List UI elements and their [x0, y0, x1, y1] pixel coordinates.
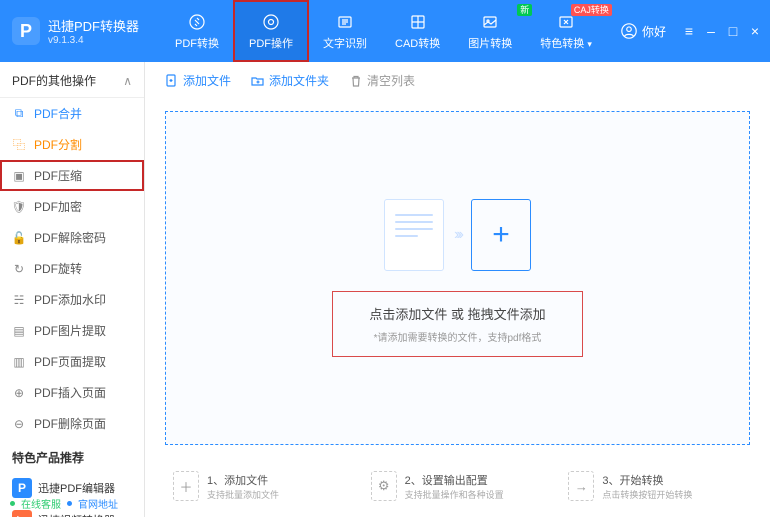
header-right: 你好 ≡ – □ × [620, 0, 762, 62]
user-area[interactable]: 你好 [620, 22, 666, 40]
add-folder-icon [251, 74, 265, 88]
drop-graphic: ››› + [384, 199, 531, 271]
official-site-link[interactable]: 官网地址 [78, 496, 118, 511]
shield-icon: 🛡 [12, 200, 26, 214]
customer-service-link[interactable]: 在线客服 [21, 496, 61, 511]
nav-image[interactable]: 新 图片转换 [454, 0, 526, 62]
nav-cad[interactable]: CAD转换 [381, 0, 454, 62]
nav-special[interactable]: CAJ转换 特色转换 ▾ [526, 0, 606, 62]
logo-area: P 迅捷PDF转换器 v9.1.3.4 [0, 16, 151, 46]
app-logo-icon: P [12, 17, 40, 45]
sidebar-pdf-extract-image[interactable]: ▤PDF图片提取 [0, 315, 144, 346]
sidebar-pdf-rotate[interactable]: ↻PDF旋转 [0, 253, 144, 284]
chevron-up-icon: ∧ [123, 74, 132, 88]
user-icon [620, 22, 638, 40]
step-2: ⚙ 2、设置输出配置支持批量操作和各种设置 [371, 471, 545, 501]
sidebar-pdf-split[interactable]: ⿻PDF分割 [0, 129, 144, 160]
step-settings-icon: ⚙ [371, 471, 397, 501]
sidebar-pdf-watermark[interactable]: ☵PDF添加水印 [0, 284, 144, 315]
minimize-button[interactable]: – [704, 23, 718, 39]
step-add-icon: ＋ [173, 471, 199, 501]
unlock-icon: 🔓 [12, 231, 26, 245]
cad-icon [407, 11, 429, 33]
trash-icon [349, 74, 363, 88]
add-document-icon: + [471, 199, 531, 271]
main-nav: PDF转换 PDF操作 文字识别 CAD转换 新 图片转换 CAJ转换 特色转换… [161, 0, 606, 62]
sidebar-pdf-insert-page[interactable]: ⊕PDF插入页面 [0, 377, 144, 408]
sidebar-list: ⧉PDF合并 ⿻PDF分割 ▣PDF压缩 🛡PDF加密 🔓PDF解除密码 ↻PD… [0, 98, 144, 439]
rotate-icon: ↻ [12, 262, 26, 276]
user-greeting: 你好 [642, 23, 666, 40]
app-version: v9.1.3.4 [48, 35, 139, 46]
step-1: ＋ 1、添加文件支持批量添加文件 [173, 471, 347, 501]
image-icon [479, 11, 501, 33]
watermark-icon: ☵ [12, 293, 26, 307]
sidebar-pdf-unlock[interactable]: 🔓PDF解除密码 [0, 222, 144, 253]
sidebar-pdf-compress[interactable]: ▣PDF压缩 [0, 160, 144, 191]
sidebar-pdf-encrypt[interactable]: 🛡PDF加密 [0, 191, 144, 222]
caj-badge: CAJ转换 [571, 4, 612, 16]
steps: ＋ 1、添加文件支持批量添加文件 ⚙ 2、设置输出配置支持批量操作和各种设置 →… [145, 457, 770, 517]
drop-text-box: 点击添加文件 或 拖拽文件添加 *请添加需要转换的文件，支持pdf格式 [332, 291, 582, 357]
page-extract-icon: ▥ [12, 355, 26, 369]
sidebar-pdf-delete-page[interactable]: ⊖PDF删除页面 [0, 408, 144, 439]
step-convert-icon: → [568, 471, 594, 501]
merge-icon: ⧉ [12, 107, 26, 121]
sidebar-pdf-merge[interactable]: ⧉PDF合并 [0, 98, 144, 129]
compress-icon: ▣ [12, 169, 26, 183]
video-icon: ▶ [12, 510, 32, 517]
convert-icon [186, 11, 208, 33]
document-icon [384, 199, 444, 271]
drop-sub-text: *请添加需要转换的文件，支持pdf格式 [369, 329, 545, 344]
nav-pdf-convert[interactable]: PDF转换 [161, 0, 233, 62]
arrow-right-icon: ››› [454, 226, 461, 244]
window-controls: ≡ – □ × [682, 23, 762, 39]
sidebar: PDF的其他操作 ∧ ⧉PDF合并 ⿻PDF分割 ▣PDF压缩 🛡PDF加密 🔓… [0, 62, 145, 517]
drop-area[interactable]: ››› + 点击添加文件 或 拖拽文件添加 *请添加需要转换的文件，支持pdf格… [165, 111, 750, 445]
menu-button[interactable]: ≡ [682, 23, 696, 39]
app-name: 迅捷PDF转换器 [48, 16, 139, 35]
maximize-button[interactable]: □ [726, 23, 740, 39]
sidebar-pdf-extract-page[interactable]: ▥PDF页面提取 [0, 346, 144, 377]
products-title: 特色产品推荐 [0, 439, 144, 472]
status-dot-icon [67, 501, 72, 506]
chevron-down-icon: ▾ [587, 39, 592, 49]
main-content: 添加文件 添加文件夹 清空列表 ››› + 点击添加文件 或 拖拽文件添加 [145, 62, 770, 517]
nav-ocr[interactable]: 文字识别 [309, 0, 381, 62]
add-file-button[interactable]: 添加文件 [165, 72, 231, 89]
ocr-icon [334, 11, 356, 33]
add-folder-button[interactable]: 添加文件夹 [251, 72, 329, 89]
header: P 迅捷PDF转换器 v9.1.3.4 PDF转换 PDF操作 文字识别 CAD… [0, 0, 770, 62]
nav-pdf-operate[interactable]: PDF操作 [233, 0, 309, 62]
sidebar-group-title[interactable]: PDF的其他操作 ∧ [0, 62, 144, 98]
close-button[interactable]: × [748, 23, 762, 39]
pdf-editor-icon: P [12, 478, 32, 498]
clear-list-button[interactable]: 清空列表 [349, 72, 415, 89]
page-delete-icon: ⊖ [12, 417, 26, 431]
status-dot-icon [10, 501, 15, 506]
operate-icon [260, 11, 282, 33]
split-icon: ⿻ [12, 138, 26, 152]
image-extract-icon: ▤ [12, 324, 26, 338]
toolbar: 添加文件 添加文件夹 清空列表 [145, 62, 770, 99]
footer-links: 在线客服 官网地址 [10, 496, 118, 511]
step-3: → 3、开始转换点击转换按钮开始转换 [568, 471, 742, 501]
add-file-icon [165, 74, 179, 88]
drop-main-text: 点击添加文件 或 拖拽文件添加 [369, 304, 545, 323]
page-insert-icon: ⊕ [12, 386, 26, 400]
